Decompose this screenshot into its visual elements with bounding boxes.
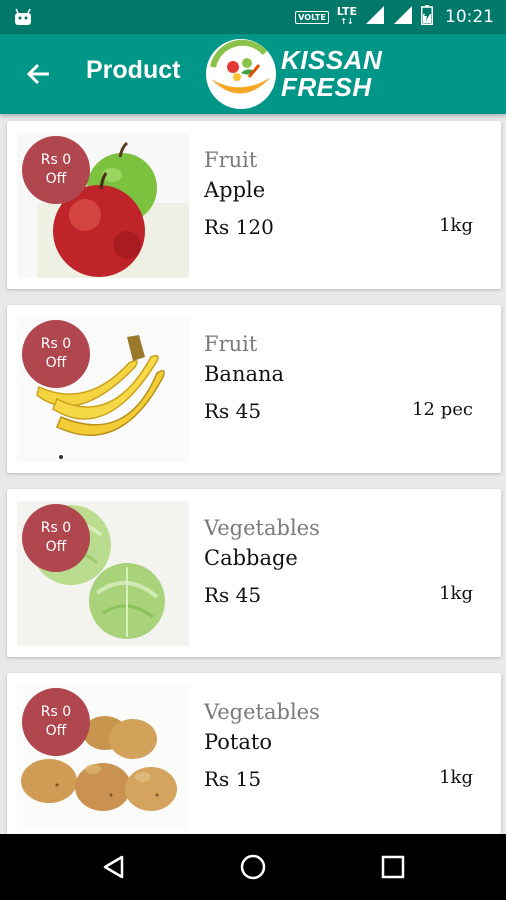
volte-indicator: VOLTE xyxy=(295,10,329,24)
product-category: Fruit xyxy=(204,148,258,172)
signal-icon-2 xyxy=(393,5,413,29)
product-price: Rs 45 xyxy=(204,399,262,423)
product-card-banana[interactable]: Rs 0 Off Fruit Banana Rs 45 12 pec xyxy=(7,305,501,473)
product-card-cabbage[interactable]: Rs 0 Off Vegetables Cabbage Rs 45 1kg xyxy=(7,489,501,657)
page-title: Product xyxy=(86,56,181,84)
product-list[interactable]: Rs 0 Off Fruit Apple Rs 120 1kg Rs 0 Off… xyxy=(0,114,506,834)
discount-badge: Rs 0 Off xyxy=(22,136,90,204)
square-recents-icon xyxy=(381,855,405,879)
product-category: Vegetables xyxy=(204,516,320,540)
back-button[interactable] xyxy=(22,58,54,90)
product-category: Vegetables xyxy=(204,700,320,724)
discount-badge: Rs 0 Off xyxy=(22,504,90,572)
product-price: Rs 45 xyxy=(204,583,262,607)
signal-icon xyxy=(365,5,385,29)
discount-badge: Rs 0 Off xyxy=(22,320,90,388)
lte-indicator: LTE ↑↓ xyxy=(336,5,357,26)
product-price: Rs 15 xyxy=(204,767,262,791)
nav-recents-button[interactable] xyxy=(377,851,409,883)
circle-home-icon xyxy=(240,854,266,880)
product-quantity: 1kg xyxy=(439,767,473,788)
product-name: Potato xyxy=(204,730,272,754)
clock: 10:21 xyxy=(445,7,494,27)
nav-back-button[interactable] xyxy=(98,851,130,883)
product-card-potato[interactable]: Rs 0 Off Vegetables Potato Rs 15 1kg xyxy=(7,673,501,834)
product-name: Apple xyxy=(204,178,266,202)
product-name: Banana xyxy=(204,362,285,386)
product-quantity: 1kg xyxy=(439,583,473,604)
status-bar: VOLTE LTE ↑↓ 10:21 xyxy=(0,0,506,34)
product-price: Rs 120 xyxy=(204,215,274,239)
kissan-fresh-logo xyxy=(203,37,281,111)
battery-charging-icon xyxy=(421,5,433,29)
system-navigation-bar xyxy=(0,834,506,900)
android-notification-icon xyxy=(14,7,32,31)
app-toolbar: Product KISSAN FRESH xyxy=(0,34,506,114)
product-card-apple[interactable]: Rs 0 Off Fruit Apple Rs 120 1kg xyxy=(7,121,501,289)
brand-name: KISSAN FRESH xyxy=(281,45,383,102)
discount-badge: Rs 0 Off xyxy=(22,688,90,756)
product-name: Cabbage xyxy=(204,546,298,570)
product-quantity: 1kg xyxy=(439,215,473,236)
nav-home-button[interactable] xyxy=(237,851,269,883)
product-category: Fruit xyxy=(204,332,258,356)
triangle-back-icon xyxy=(103,855,124,879)
product-quantity: 12 pec xyxy=(412,399,473,420)
arrow-back-icon xyxy=(26,63,49,85)
